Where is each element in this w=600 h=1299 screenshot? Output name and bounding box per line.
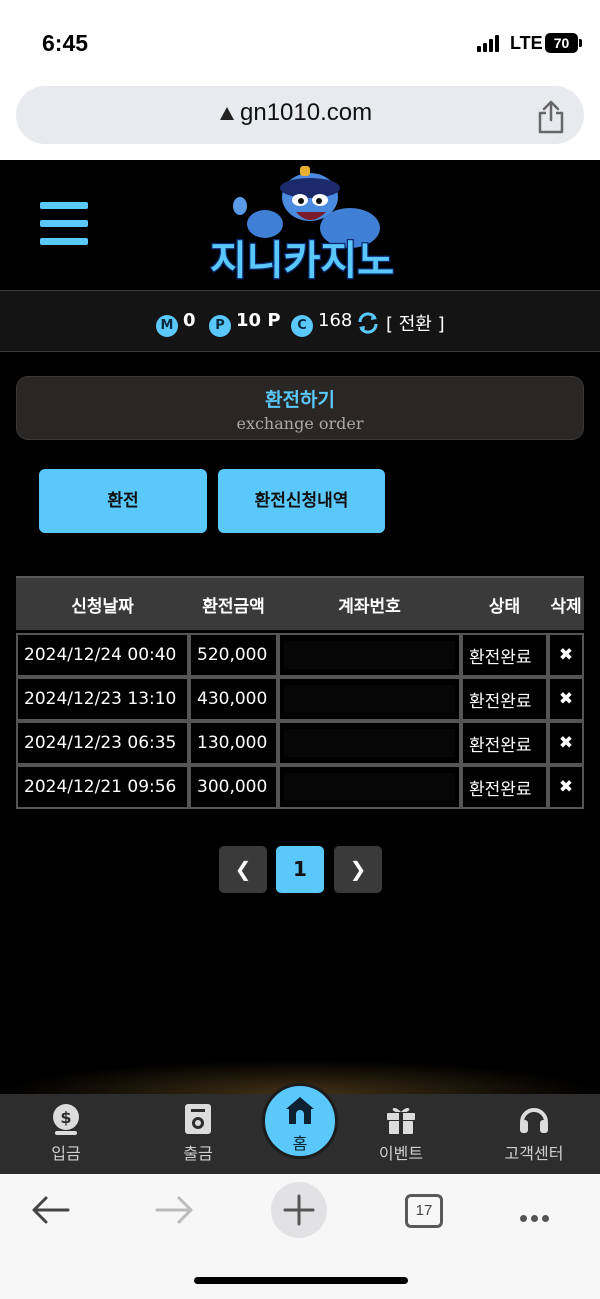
status-time: 6:45 [42,30,89,56]
delete-button[interactable]: ✖ [548,721,584,765]
page-title-box: 환전하기 exchange order [16,376,584,440]
menu-icon[interactable] [40,202,88,246]
header-amount: 환전금액 [189,576,278,630]
coin-badge-icon: C [291,315,313,337]
row-status: 환전완료 [461,765,548,809]
browser-address-area: gn1010.com [0,80,600,160]
logo-text: 지니카지노 [210,238,394,284]
exchange-button[interactable]: 환전 [39,469,207,533]
row-date: 2024/12/23 13:10 [16,677,189,721]
nav-deposit-label: 입금 [51,1144,81,1163]
next-page-button[interactable]: ❯ [334,846,382,893]
exchange-history-table: 신청날짜 환전금액 계좌번호 상태 삭제 2024/12/24 00:40 52… [16,576,584,809]
signal-icon [477,34,503,52]
chevron-right-icon: ❯ [349,857,367,881]
row-status: 환전완료 [461,721,548,765]
money-balance: M0 [156,310,196,337]
share-icon[interactable] [536,100,566,134]
row-date: 2024/12/21 09:56 [16,765,189,809]
nav-withdraw[interactable]: 출금 [148,1102,248,1164]
delete-button[interactable]: ✖ [548,765,584,809]
url-text[interactable]: gn1010.com [240,99,372,127]
nav-deposit[interactable]: $ 입금 [16,1102,116,1164]
nav-home-label: 홈 [292,1134,308,1153]
header-delete: 삭제 [548,576,584,630]
forward-icon[interactable] [155,1194,195,1226]
row-date: 2024/12/23 06:35 [16,721,189,765]
money-bag-icon: $ [53,1104,79,1135]
atm-icon [185,1104,211,1134]
address-bar[interactable]: gn1010.com [16,86,584,144]
table-row: 2024/12/23 06:35 130,000 ▪▪▪▪▪▪▪▪▪▪▪▪▪ 환… [16,721,584,765]
header-account: 계좌번호 [278,576,461,630]
exchange-history-button[interactable]: 환전신청내역 [218,469,385,533]
nav-support-label: 고객센터 [504,1144,564,1163]
row-amount: 430,000 [189,677,278,721]
status-bar: 6:45 LTE 70 [0,0,600,80]
point-badge-icon: P [209,315,231,337]
close-icon: ✖ [558,645,574,665]
coin-balance: C 168 [291,310,352,337]
money-value: 0 [183,310,196,331]
delete-button[interactable]: ✖ [548,633,584,677]
nav-withdraw-label: 출금 [183,1144,213,1163]
row-date: 2024/12/24 00:40 [16,633,189,677]
nav-event-label: 이벤트 [378,1144,424,1163]
nav-home[interactable]: 홈 [262,1083,338,1159]
page-number-current[interactable]: 1 [276,846,324,893]
coin-value: 168 [318,310,353,331]
network-label: LTE [510,33,543,53]
refresh-icon[interactable] [356,311,380,335]
close-icon: ✖ [558,777,574,797]
table-row: 2024/12/24 00:40 520,000 ▪▪▪▪▪▪▪▪▪▪▪▪▪ 환… [16,633,584,677]
row-account-redacted: ▪▪▪▪▪▪▪▪▪▪▪▪▪ [278,677,461,721]
row-amount: 300,000 [189,765,278,809]
nav-support[interactable]: 고객센터 [484,1102,584,1164]
close-icon: ✖ [558,733,574,753]
close-icon: ✖ [558,689,574,709]
row-account-redacted: ▪▪▪▪▪▪▪▪▪▪▪▪▪ [278,633,461,677]
more-icon[interactable] [520,1207,553,1226]
home-icon [286,1097,314,1124]
table-row: 2024/12/23 13:10 430,000 ▪▪▪▪▪▪▪▪▪▪▪▪▪ 환… [16,677,584,721]
home-indicator [194,1277,408,1284]
point-balance: P 10 P [209,310,281,337]
row-status: 환전완료 [461,633,548,677]
row-account-redacted: ▪▪▪▪▪▪▪▪▪▪▪▪▪ [278,721,461,765]
warning-icon [220,107,234,120]
genie-casino-logo[interactable]: 지니카지노 [200,162,405,287]
page-title: 환전하기 [265,389,335,411]
battery-icon: 70 [545,33,582,53]
site-header: 지니카지노 [0,160,600,290]
table-row: 2024/12/21 09:56 300,000 ▪▪▪▪▪▪▪▪▪▪▪▪▪ 환… [16,765,584,809]
chevron-left-icon: ❮ [234,857,252,881]
row-amount: 130,000 [189,721,278,765]
points-bar: M0 P 10 P C 168 [ 전환 ] [0,290,600,352]
page-subtitle: exchange order [236,414,364,433]
header-date: 신청날짜 [16,576,189,630]
header-status: 상태 [461,576,548,630]
new-tab-icon[interactable] [270,1181,328,1239]
headset-icon [520,1108,548,1133]
money-badge-icon: M [156,315,178,337]
back-icon[interactable] [30,1194,70,1226]
row-account-redacted: ▪▪▪▪▪▪▪▪▪▪▪▪▪ [278,765,461,809]
nav-event[interactable]: 이벤트 [351,1102,451,1164]
switch-button[interactable]: [ 전환 ] [386,310,445,336]
row-amount: 520,000 [189,633,278,677]
point-value: 10 P [236,310,281,331]
row-status: 환전완료 [461,677,548,721]
svg-text:$: $ [60,1108,71,1127]
gift-icon [387,1107,415,1134]
prev-page-button[interactable]: ❮ [219,846,267,893]
delete-button[interactable]: ✖ [548,677,584,721]
table-header-row: 신청날짜 환전금액 계좌번호 상태 삭제 [16,576,584,630]
tabs-button[interactable]: 17 [405,1194,443,1228]
